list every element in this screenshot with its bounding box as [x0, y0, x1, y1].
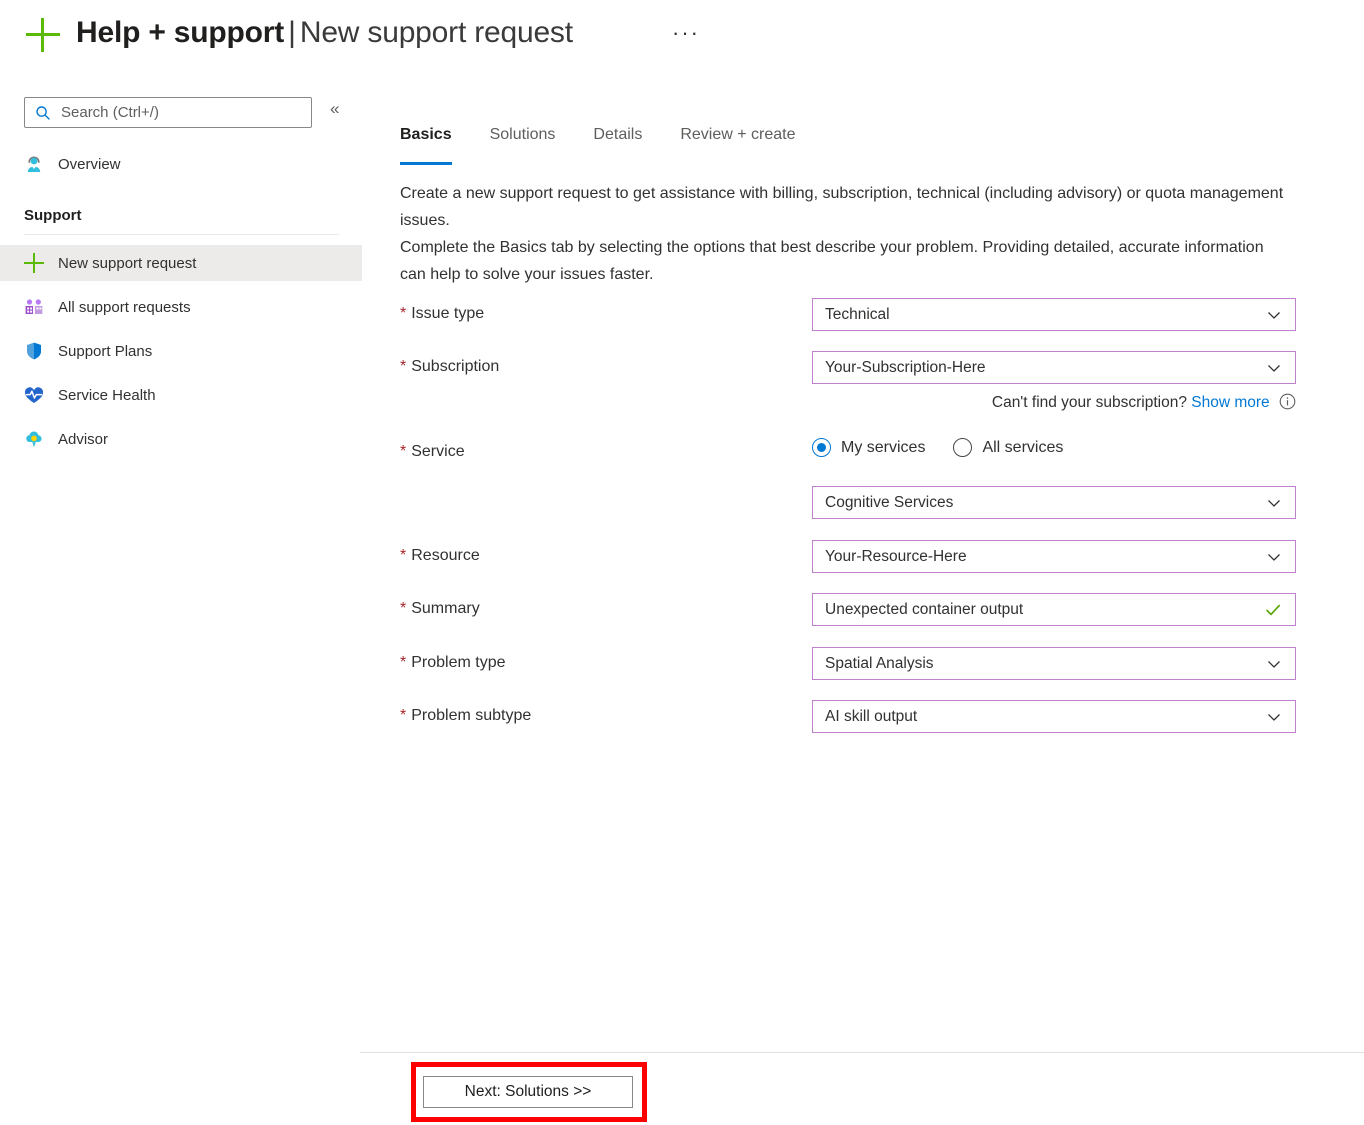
- label-text: Issue type: [411, 305, 485, 322]
- service-value: Cognitive Services: [825, 493, 954, 511]
- agent-person-icon: [24, 154, 44, 174]
- radio-all-services[interactable]: All services: [953, 438, 1063, 457]
- sidebar-item-advisor[interactable]: Advisor: [0, 421, 362, 457]
- sidebar-item-label: All support requests: [58, 298, 191, 316]
- checkmark-icon: [1265, 602, 1281, 618]
- description-line-2: Complete the Basics tab by selecting the…: [400, 239, 1264, 283]
- required-asterisk: *: [400, 654, 407, 671]
- problem-type-dropdown[interactable]: Spatial Analysis: [812, 647, 1296, 680]
- subscription-hint: Can't find your subscription? Show more: [812, 393, 1296, 415]
- sidebar-item-all-support-requests[interactable]: All support requests: [0, 289, 362, 325]
- page-title-main: Help + support: [76, 16, 285, 49]
- advisor-cloud-icon: [24, 429, 44, 449]
- resource-control: Your-Resource-Here: [812, 540, 1296, 573]
- sidebar-item-service-health[interactable]: Service Health: [0, 377, 362, 413]
- plus-icon: [24, 253, 44, 273]
- summary-value: Unexpected container output: [825, 600, 1024, 618]
- show-more-link[interactable]: Show more: [1191, 394, 1269, 411]
- summary-control: Unexpected container output: [812, 593, 1296, 626]
- collapse-sidebar-button[interactable]: «: [330, 100, 339, 117]
- search-container: [24, 97, 312, 128]
- sidebar-item-label: Overview: [58, 155, 121, 173]
- required-asterisk: *: [400, 707, 407, 724]
- problem-subtype-value: AI skill output: [825, 707, 918, 725]
- tab-solutions[interactable]: Solutions: [490, 126, 556, 162]
- sidebar-section-title: Support: [24, 207, 82, 224]
- sidebar-item-support-plans[interactable]: Support Plans: [0, 333, 362, 369]
- issue-type-label: * Issue type: [400, 305, 484, 323]
- subscription-hint-text: Can't find your subscription?: [991, 394, 1187, 411]
- description-line-1: Create a new support request to get assi…: [400, 185, 1284, 229]
- radio-label: My services: [841, 438, 926, 456]
- radio-my-services[interactable]: My services: [812, 438, 925, 457]
- tab-review-create[interactable]: Review + create: [680, 126, 795, 162]
- tab-basics[interactable]: Basics: [400, 126, 452, 165]
- chevron-down-icon: [1267, 657, 1281, 671]
- label-text: Problem subtype: [411, 707, 532, 724]
- chevron-down-icon: [1267, 496, 1281, 510]
- sidebar-item-label: New support request: [58, 254, 197, 272]
- problem-subtype-dropdown[interactable]: AI skill output: [812, 700, 1296, 733]
- label-text: Subscription: [411, 358, 500, 375]
- required-asterisk: *: [400, 600, 407, 617]
- info-icon[interactable]: [1279, 393, 1296, 415]
- sidebar-item-label: Support Plans: [58, 342, 153, 360]
- problem-type-label: * Problem type: [400, 654, 506, 672]
- search-icon: [35, 105, 51, 121]
- sidebar-item-label: Advisor: [58, 430, 109, 448]
- next-solutions-button[interactable]: Next: Solutions >>: [423, 1076, 633, 1108]
- required-asterisk: *: [400, 547, 407, 564]
- required-asterisk: *: [400, 305, 407, 322]
- problem-type-value: Spatial Analysis: [825, 654, 934, 672]
- tab-details[interactable]: Details: [593, 126, 642, 162]
- required-asterisk: *: [400, 358, 407, 375]
- sidebar-item-new-support-request[interactable]: New support request: [0, 245, 362, 281]
- issue-type-value: Technical: [825, 305, 890, 323]
- search-input[interactable]: [59, 98, 307, 127]
- service-label: * Service: [400, 443, 465, 461]
- page-title-separator: |: [288, 16, 296, 49]
- issue-type-dropdown[interactable]: Technical: [812, 298, 1296, 331]
- resource-value: Your-Resource-Here: [825, 547, 967, 565]
- required-asterisk: *: [400, 443, 407, 460]
- sidebar-item-label: Service Health: [58, 386, 156, 404]
- subscription-value: Your-Subscription-Here: [825, 358, 986, 376]
- radio-selected-icon: [812, 438, 831, 457]
- service-scope-radio-group: My services All services: [812, 438, 1091, 457]
- people-group-icon: [24, 297, 44, 317]
- service-dropdown[interactable]: Cognitive Services: [812, 486, 1296, 519]
- heart-pulse-icon: [24, 385, 44, 405]
- label-text: Resource: [411, 547, 480, 564]
- chevron-down-icon: [1267, 550, 1281, 564]
- label-text: Service: [411, 443, 465, 460]
- problem-subtype-label: * Problem subtype: [400, 707, 531, 725]
- resource-label: * Resource: [400, 547, 480, 565]
- wizard-tabs: Basics Solutions Details Review + create: [400, 126, 834, 165]
- subscription-dropdown[interactable]: Your-Subscription-Here: [812, 351, 1296, 384]
- problem-type-control: Spatial Analysis: [812, 647, 1296, 680]
- chevron-down-icon: [1267, 308, 1281, 322]
- label-text: Summary: [411, 600, 480, 617]
- search-box[interactable]: [24, 97, 312, 128]
- chevron-down-icon: [1267, 361, 1281, 375]
- radio-label: All services: [982, 438, 1064, 456]
- radio-unselected-icon: [953, 438, 973, 457]
- subscription-label: * Subscription: [400, 358, 499, 376]
- summary-label: * Summary: [400, 600, 480, 618]
- sidebar-item-overview[interactable]: Overview: [0, 146, 362, 182]
- issue-type-control: Technical: [812, 298, 1296, 331]
- footer-divider: [360, 1052, 1364, 1053]
- summary-input[interactable]: Unexpected container output: [812, 593, 1296, 626]
- service-control: Cognitive Services: [812, 486, 1296, 519]
- main-content: Basics Solutions Details Review + create…: [400, 0, 1364, 1125]
- subscription-control: Your-Subscription-Here: [812, 351, 1296, 384]
- plus-icon: [26, 18, 60, 52]
- shield-icon: [24, 341, 44, 361]
- page-description: Create a new support request to get assi…: [400, 180, 1290, 288]
- resource-dropdown[interactable]: Your-Resource-Here: [812, 540, 1296, 573]
- label-text: Problem type: [411, 654, 506, 671]
- chevron-down-icon: [1267, 710, 1281, 724]
- problem-subtype-control: AI skill output: [812, 700, 1296, 733]
- sidebar-divider: [24, 234, 339, 235]
